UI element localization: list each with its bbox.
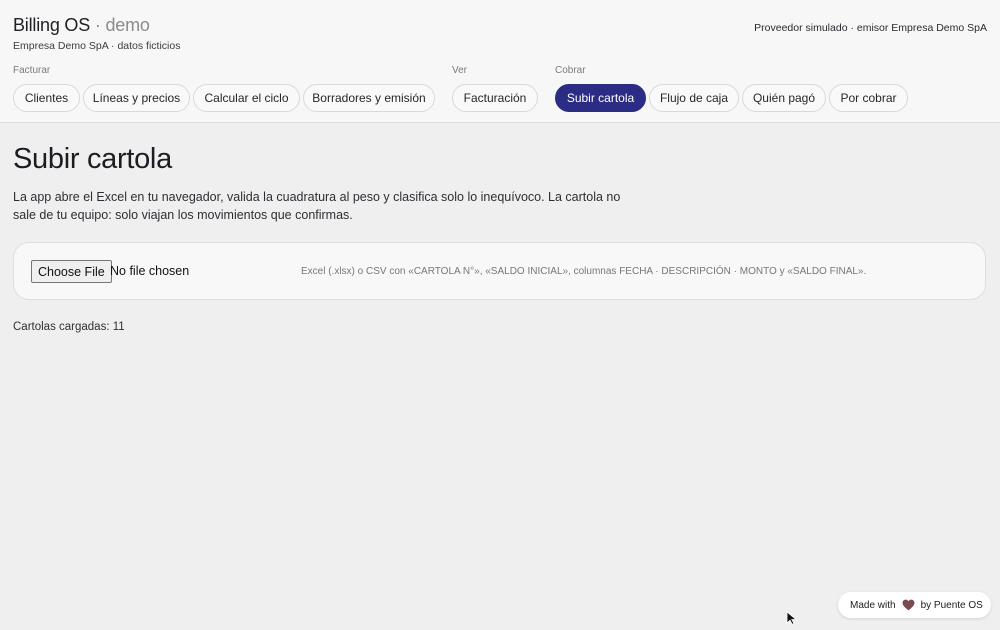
nav-tab-quien-pago[interactable]: Quién pagó bbox=[742, 84, 826, 112]
nav-tab-lineas-y-precios[interactable]: Líneas y precios bbox=[83, 84, 190, 112]
nav-tab-subir-cartola[interactable]: Subir cartola bbox=[555, 84, 646, 112]
nav-group-label-facturar: Facturar bbox=[13, 65, 51, 76]
choose-file-button[interactable]: Choose File bbox=[31, 260, 112, 283]
upload-hint: Excel (.xlsx) o CSV con «CARTOLA N°», «S… bbox=[301, 266, 867, 277]
made-with-badge[interactable]: Made with by Puente OS bbox=[838, 592, 991, 618]
company-subtitle: Empresa Demo SpA · datos ficticios bbox=[13, 40, 181, 52]
brand-separator: · bbox=[94, 15, 101, 35]
top-bar: Billing OS · demo Empresa Demo SpA · dat… bbox=[0, 0, 1000, 123]
badge-prefix: Made with bbox=[850, 599, 896, 611]
page-description: La app abre el Excel en tu navegador, va… bbox=[13, 190, 621, 222]
loaded-count: Cartolas cargadas: 11 bbox=[13, 321, 125, 333]
upload-panel: Choose File No file chosen Excel (.xlsx)… bbox=[13, 242, 986, 300]
mouse-cursor-icon bbox=[786, 611, 798, 630]
provider-info: Proveedor simulado · emisor Empresa Demo… bbox=[754, 22, 987, 34]
page-title: Subir cartola bbox=[13, 143, 172, 175]
nav-tab-facturacion[interactable]: Facturación bbox=[452, 84, 538, 112]
badge-suffix: by Puente OS bbox=[920, 599, 983, 611]
nav-group-label-ver: Ver bbox=[452, 65, 468, 76]
brand-title: Billing OS · demo bbox=[13, 15, 150, 36]
nav-group-label-cobrar: Cobrar bbox=[555, 65, 586, 76]
brand-name: Billing OS bbox=[13, 15, 91, 35]
nav-tab-clientes[interactable]: Clientes bbox=[13, 84, 80, 112]
nav-tab-por-cobrar[interactable]: Por cobrar bbox=[829, 84, 908, 112]
brand-suffix: demo bbox=[105, 15, 150, 35]
heart-icon bbox=[902, 599, 915, 611]
nav-tab-flujo-de-caja[interactable]: Flujo de caja bbox=[649, 84, 739, 112]
file-status-text: No file chosen bbox=[110, 264, 190, 278]
nav-tab-borradores-y-emision[interactable]: Borradores y emisión bbox=[303, 84, 435, 112]
nav-tab-calcular-el-ciclo[interactable]: Calcular el ciclo bbox=[193, 84, 300, 112]
